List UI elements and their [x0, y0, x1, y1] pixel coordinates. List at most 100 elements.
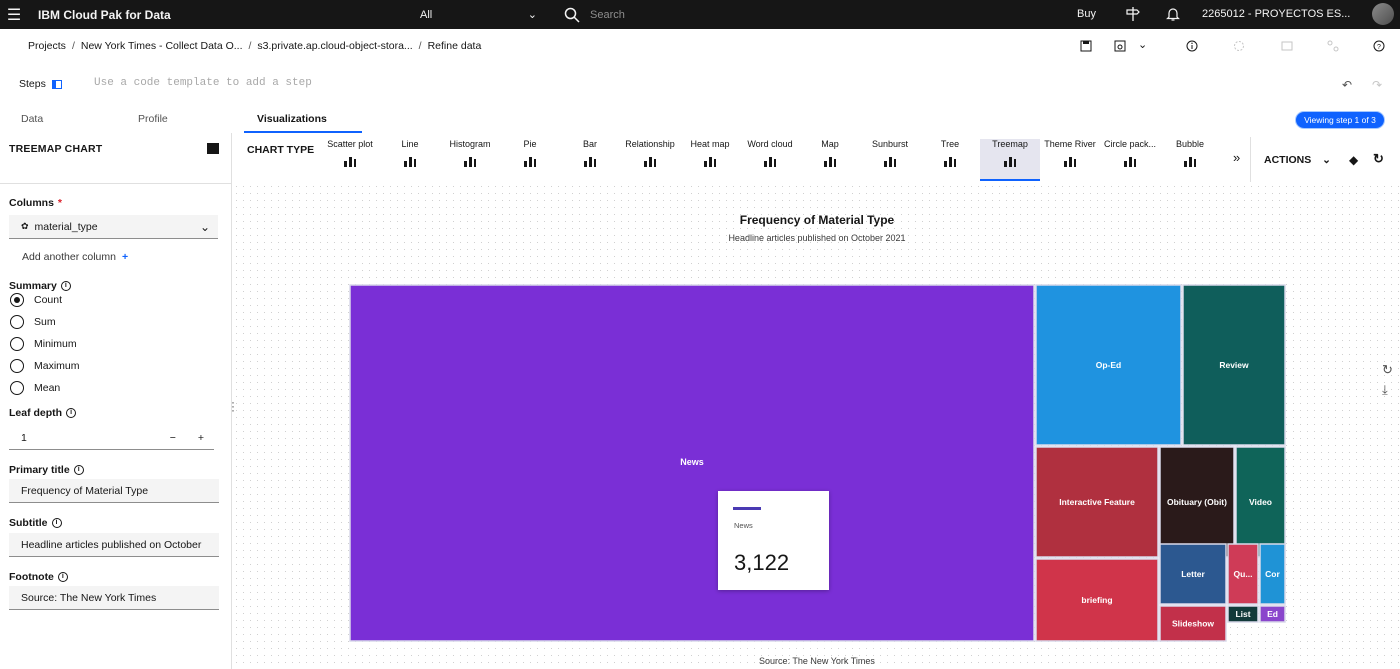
user-avatar[interactable] [1372, 3, 1394, 25]
radio-label: Count [34, 294, 63, 306]
chevron-down-icon: ⌄ [199, 219, 210, 234]
help-icon[interactable]: ? [1373, 40, 1385, 52]
increment-button[interactable]: + [198, 432, 204, 444]
radio-label: Maximum [34, 360, 80, 372]
chart-type-heat-map[interactable]: Heat map [680, 139, 740, 181]
chart-type-sunburst[interactable]: Sunburst [860, 139, 920, 181]
chart-type-tree[interactable]: Tree [920, 139, 980, 181]
treemap-cell-label: Interactive Feature [1059, 497, 1135, 507]
redo-icon[interactable]: ↷ [1372, 78, 1382, 92]
chart-type-histogram[interactable]: Histogram [440, 139, 500, 181]
chart-type-icon [1124, 157, 1136, 167]
tab-visualizations[interactable]: Visualizations [244, 108, 362, 133]
treemap-cell-label: Cor [1265, 569, 1280, 579]
add-column-label: Add another column [22, 251, 116, 263]
brand-name[interactable]: IBM Cloud Pak for Data [38, 8, 171, 22]
radio-maximum[interactable]: Maximum [10, 359, 80, 373]
breadcrumb-projects[interactable]: Projects [28, 40, 66, 52]
account-name: 2265012 - PROYECTOS ES... [1202, 8, 1351, 20]
buy-link[interactable]: Buy [1077, 8, 1096, 20]
chevron-down-icon: ⌄ [527, 9, 537, 21]
collapse-panel-icon[interactable] [207, 143, 219, 154]
actions-menu[interactable]: ACTIONS ⌄ [1264, 154, 1331, 166]
undo-icon[interactable]: ↶ [1342, 78, 1352, 92]
radio-count[interactable]: Count [10, 293, 62, 307]
subtitle-value: Headline articles published on October [21, 538, 202, 551]
code-template-input[interactable]: Use a code template to add a step [94, 77, 312, 89]
chart-type-circle-pack[interactable]: Circle pack... [1100, 139, 1160, 181]
chart-type-bar[interactable]: Bar [560, 139, 620, 181]
save-as-icon[interactable] [1114, 40, 1126, 52]
refresh-icon[interactable]: ↻ [1373, 151, 1384, 167]
chart-type-bubble[interactable]: Bubble [1160, 139, 1220, 181]
chevron-down-icon[interactable]: ⌄ [1138, 38, 1147, 51]
info-icon[interactable]: i [73, 465, 84, 475]
info-icon[interactable] [1186, 40, 1198, 52]
chart-type-label: Theme River [1044, 139, 1096, 149]
info-icon[interactable]: i [60, 281, 71, 291]
chart-type-scatter-plot[interactable]: Scatter plot [320, 139, 380, 181]
tab-profile[interactable]: Profile [120, 108, 244, 133]
chart-type-theme-river[interactable]: Theme River [1040, 139, 1100, 181]
save-icon[interactable] [1080, 40, 1092, 52]
radio-circle [10, 381, 24, 395]
search-input[interactable]: Search [560, 0, 1050, 29]
radio-sum[interactable]: Sum [10, 315, 56, 329]
tooltip-value: 3,122 [734, 550, 790, 575]
chart-type-icon [584, 157, 596, 167]
search-scope-dropdown[interactable]: All ⌄ [410, 0, 545, 29]
notification-bell-icon[interactable] [1165, 6, 1181, 22]
download-icon[interactable]: ⤓ [1382, 382, 1388, 398]
chart-type-relationship[interactable]: Relationship [620, 139, 680, 181]
column-select-value: material_type [34, 220, 98, 233]
chart-type-label: Histogram [449, 139, 491, 149]
signpost-icon[interactable] [1125, 6, 1141, 22]
breadcrumb-asset[interactable]: s3.private.ap.cloud-object-stora... [257, 40, 412, 52]
steps-toggle[interactable]: Steps [19, 78, 62, 90]
info-icon[interactable]: i [57, 572, 68, 582]
chart-type-treemap[interactable]: Treemap [980, 139, 1040, 181]
chart-type-word-cloud[interactable]: Word cloud [740, 139, 800, 181]
hamburger-menu-icon[interactable]: ☰ [0, 0, 28, 29]
top-navigation-bar: ☰ IBM Cloud Pak for Data All ⌄ Search Buy… [0, 0, 1400, 29]
flow-icon[interactable] [1327, 40, 1339, 52]
radio-label: Minimum [34, 338, 77, 350]
schedule-icon[interactable] [1281, 40, 1293, 52]
chart-type-icon [464, 157, 476, 167]
breadcrumb-project[interactable]: New York Times - Collect Data O... [81, 40, 243, 52]
chart-type-label: Tree [940, 139, 960, 149]
chevron-down-icon: ⌄ [1322, 154, 1331, 166]
add-column-button[interactable]: Add another column + [22, 251, 128, 263]
chart-type-icon [764, 157, 776, 167]
run-icon[interactable] [1233, 40, 1245, 52]
info-icon[interactable]: i [51, 518, 62, 528]
footnote-value: Source: The New York Times [21, 591, 157, 604]
chart-type-icon [884, 157, 896, 167]
tab-data[interactable]: Data [0, 108, 120, 133]
primary-title-label-text: Primary title [9, 464, 70, 476]
treemap-cell-label: Slideshow [1172, 619, 1214, 629]
viewing-step-badge[interactable]: Viewing step 1 of 3 [1295, 111, 1385, 129]
expand-chart-types-icon[interactable]: » [1233, 150, 1240, 165]
chart-type-line[interactable]: Line [380, 139, 440, 181]
account-switcher[interactable]: 2265012 - PROYECTOS ES... [1202, 8, 1350, 20]
chart-type-icon [944, 157, 956, 167]
info-icon[interactable]: i [66, 408, 77, 418]
footnote-input[interactable]: Source: The New York Times [9, 586, 219, 610]
reset-zoom-icon[interactable]: ↻ [1382, 362, 1393, 378]
chart-type-map[interactable]: Map [800, 139, 860, 181]
subtitle-input[interactable]: Headline articles published on October [9, 533, 219, 557]
decrement-button[interactable]: − [170, 432, 176, 444]
treemap-cell-label: Video [1249, 497, 1272, 507]
radio-minimum[interactable]: Minimum [10, 337, 77, 351]
primary-title-input[interactable]: Frequency of Material Type [9, 479, 219, 503]
column-select[interactable]: ✿ material_type ⌄ [9, 215, 218, 239]
resize-handle[interactable]: · · · [231, 396, 235, 416]
radio-mean[interactable]: Mean [10, 381, 60, 395]
leaf-depth-input[interactable]: 1 − + [9, 426, 214, 450]
chart-type-pie[interactable]: Pie [500, 139, 560, 181]
search-placeholder: Search [590, 8, 625, 21]
chart-tooltip: News 3,122 [718, 491, 829, 590]
tag-icon[interactable]: ◆ [1349, 153, 1358, 167]
chart-type-label: Relationship [625, 139, 675, 149]
